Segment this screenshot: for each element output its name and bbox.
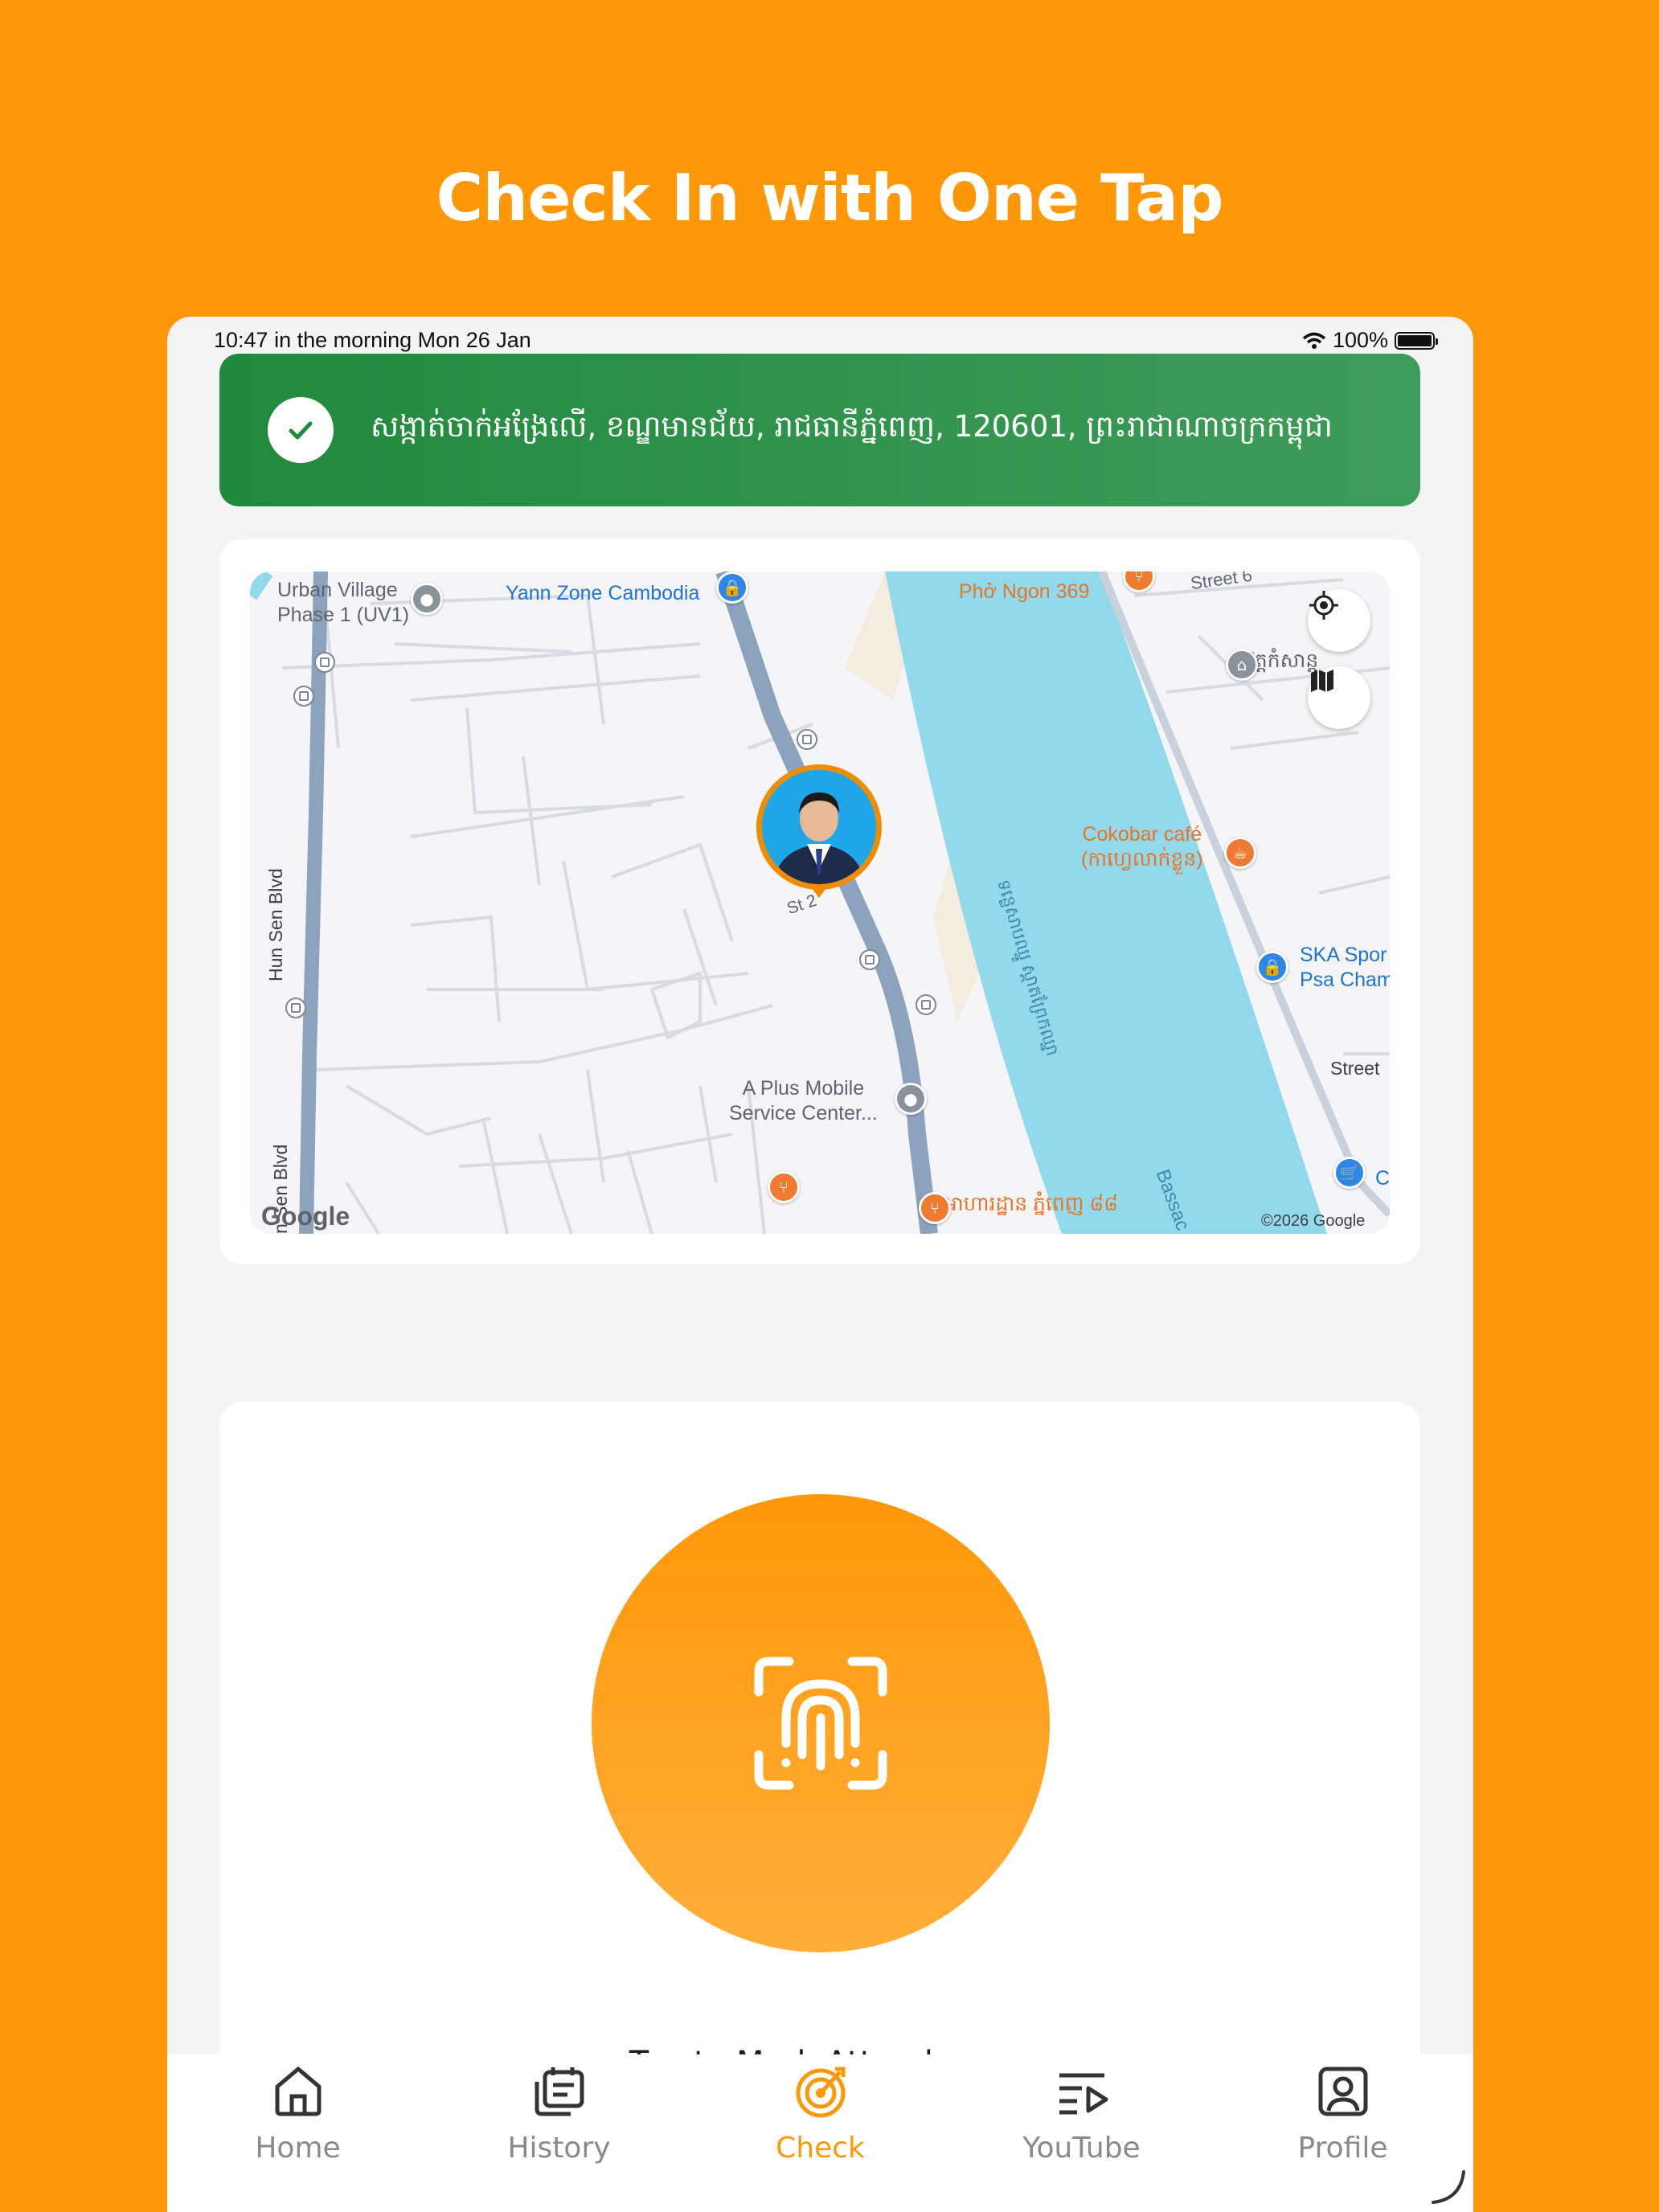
map-base: [250, 571, 1390, 1234]
temple-poi-icon[interactable]: ⌂: [1226, 649, 1258, 681]
food-poi-icon[interactable]: ⑂: [768, 1171, 800, 1203]
lock-poi-icon[interactable]: 🔒: [716, 571, 748, 604]
map-view[interactable]: Urban Village Phase 1 (UV1) Yann Zone Ca…: [250, 571, 1390, 1234]
map-card: Urban Village Phase 1 (UV1) Yann Zone Ca…: [219, 539, 1420, 1264]
bus-stop-icon: [859, 949, 880, 970]
map-label-c: C: [1375, 1167, 1390, 1190]
page-headline: Check In with One Tap: [436, 161, 1224, 236]
map-type-button[interactable]: [1308, 666, 1370, 729]
map-icon: [1311, 670, 1333, 692]
map-label-cokobar: Cokobar café (កាហ្វេលាក់ខ្លួន): [1081, 823, 1203, 871]
nav-history[interactable]: History: [428, 2054, 690, 2212]
checkmark-icon: [268, 397, 334, 463]
map-label-yann-zone: Yann Zone Cambodia: [506, 582, 700, 604]
my-location-button[interactable]: [1308, 589, 1370, 652]
bus-stop-icon: [916, 994, 936, 1015]
nav-home-label: Home: [255, 2132, 341, 2165]
crosshair-icon: [1309, 591, 1338, 620]
restaurant-88-poi-icon[interactable]: ⑂: [919, 1192, 951, 1224]
home-icon: [275, 2067, 321, 2116]
status-time: 10:47 in the morning Mon 26 Jan: [214, 328, 531, 352]
map-label-pho-ngon: Phở Ngon 369: [959, 580, 1090, 603]
bus-stop-icon: [797, 729, 817, 750]
fingerprint-scan-icon: [754, 1657, 887, 1790]
map-copyright: ©2026 Google: [1261, 1212, 1366, 1230]
nav-youtube-label: YouTube: [1022, 2132, 1141, 2165]
service-poi-icon[interactable]: ●: [895, 1083, 927, 1115]
resize-handle-icon: [1432, 2170, 1465, 2204]
battery-icon: [1395, 331, 1438, 350]
map-label-hun-sen-1: Hun Sen Blvd: [265, 868, 286, 981]
cafe-poi-icon[interactable]: ☕: [1224, 837, 1256, 869]
history-icon: [535, 2067, 584, 2116]
map-label-ska: SKA Spor Psa Cham: [1300, 944, 1390, 992]
battery-percent: 100%: [1332, 328, 1388, 352]
user-location-avatar[interactable]: [756, 764, 882, 898]
bus-stop-icon: [314, 652, 335, 673]
wifi-icon: [1302, 332, 1326, 349]
user-photo: [762, 770, 876, 884]
location-success-banner: សង្កាត់ចាក់អង្រែលើ, ខណ្ឌមានជ័យ, រាជធានីភ…: [219, 354, 1420, 506]
nav-check[interactable]: Check: [690, 2054, 951, 2212]
profile-icon: [1318, 2067, 1367, 2116]
shop-poi-icon[interactable]: 🔒: [1256, 951, 1288, 983]
bus-stop-icon: [285, 997, 306, 1018]
bus-stop-icon: [293, 686, 314, 707]
map-label-urban-village: Urban Village Phase 1 (UV1): [277, 579, 409, 627]
location-address: សង្កាត់ចាក់អង្រែលើ, ខណ្ឌមានជ័យ, រាជធានីភ…: [371, 409, 1333, 444]
google-logo: Google: [261, 1202, 350, 1231]
mark-attendance-button[interactable]: [592, 1494, 1050, 1952]
map-label-restaurant: អាហារដ្ឋាន ភ្នំពេញ ៨៨: [944, 1193, 1118, 1215]
nav-home[interactable]: Home: [167, 2054, 428, 2212]
device-frame: 10:47 in the morning Mon 26 Jan 100% សង្…: [167, 317, 1473, 2212]
nav-history-label: History: [507, 2132, 611, 2165]
nav-youtube[interactable]: YouTube: [951, 2054, 1212, 2212]
place-poi-icon[interactable]: ●: [411, 583, 443, 615]
cart-poi-icon[interactable]: 🛒: [1333, 1157, 1366, 1189]
map-label-a-plus: A Plus Mobile Service Center...: [729, 1077, 878, 1125]
bottom-nav: Home History Check YouTube Profile: [167, 2054, 1473, 2212]
check-radar-icon: [796, 2067, 845, 2118]
map-label-street-right: Street: [1330, 1058, 1380, 1079]
playlist-icon: [1059, 2073, 1108, 2115]
nav-profile-label: Profile: [1297, 2132, 1388, 2165]
nav-check-label: Check: [776, 2132, 865, 2165]
